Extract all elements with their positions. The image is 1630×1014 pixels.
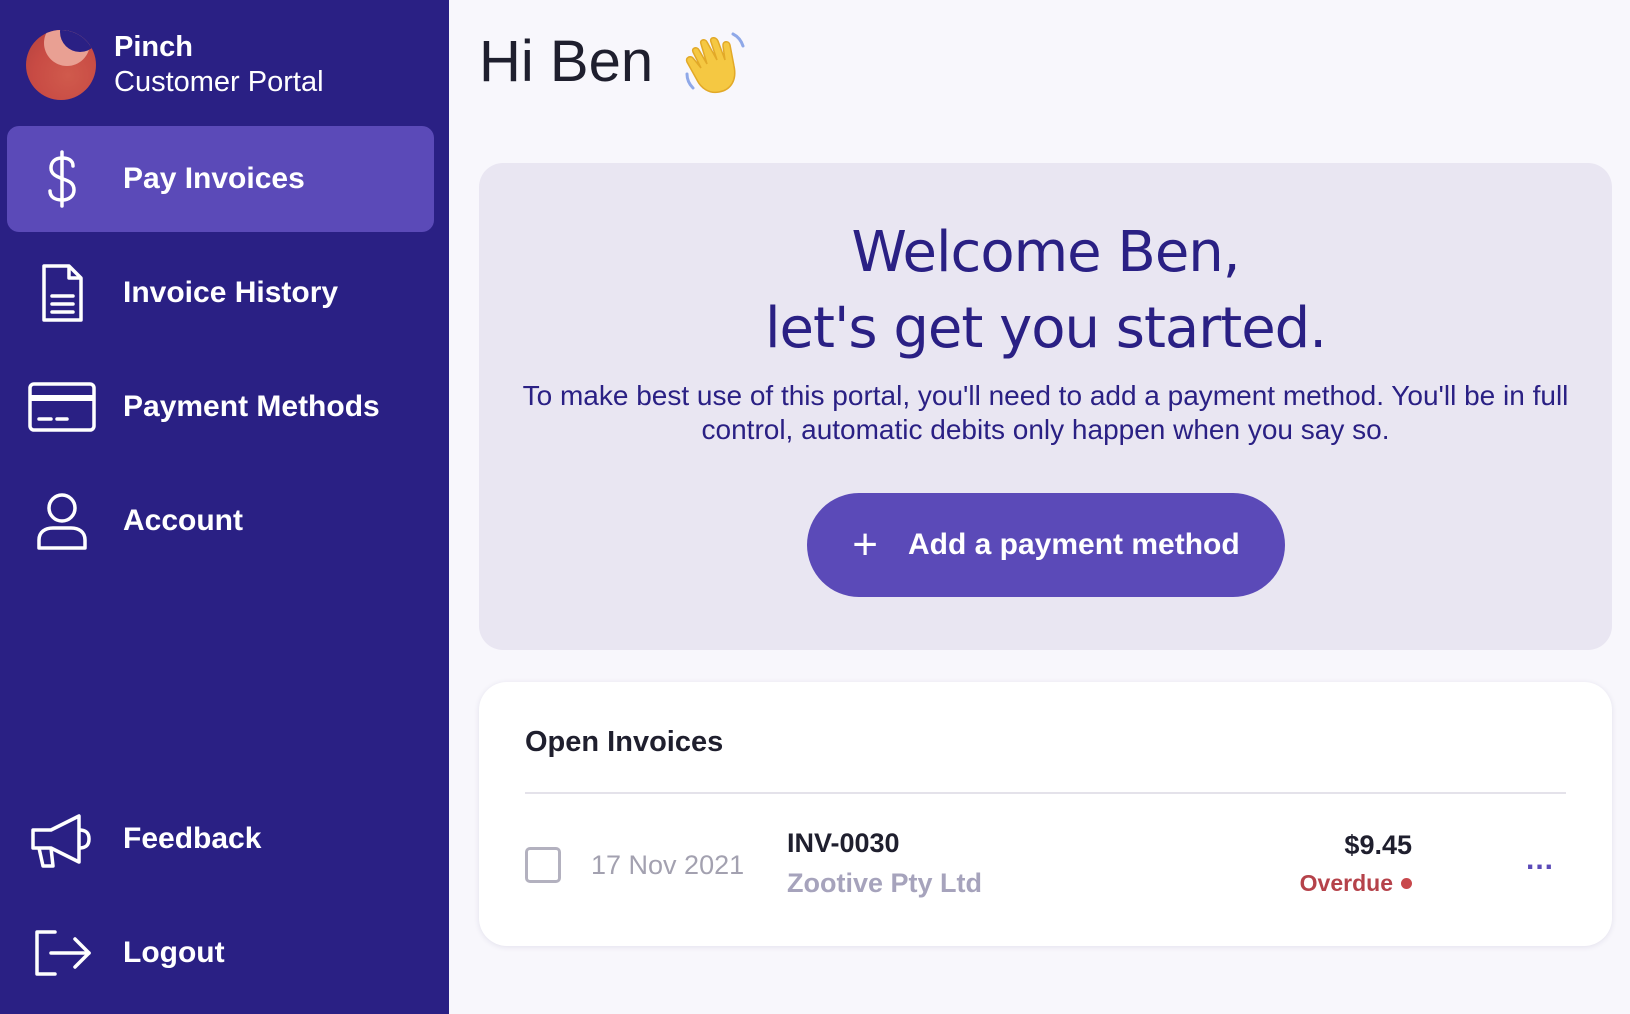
- invoice-company: Zootive Pty Ltd: [787, 868, 982, 898]
- page-title: Hi Ben: [479, 26, 749, 96]
- welcome-title-line2: let's get you started.: [764, 296, 1327, 361]
- credit-card-icon: [27, 372, 97, 442]
- sidebar-item-label: Feedback: [123, 822, 262, 855]
- brand-text: Pinch Customer Portal: [114, 30, 324, 100]
- sidebar-item-label: Invoice History: [123, 276, 339, 309]
- dollar-icon: [27, 144, 97, 214]
- document-icon: [27, 258, 97, 328]
- invoice-number: INV-0030: [787, 828, 900, 858]
- status-dot-icon: [1401, 878, 1412, 889]
- sidebar: Pinch Customer Portal Pay Invoices Invoi…: [0, 0, 449, 1014]
- brand-subtitle: Customer Portal: [114, 66, 324, 98]
- open-invoices-card: Open Invoices 17 Nov 2021 INV-0030 Zooti…: [479, 682, 1612, 946]
- table-row[interactable]: 17 Nov 2021 INV-0030 Zootive Pty Ltd $9.…: [479, 812, 1612, 912]
- status-badge: Overdue: [1300, 870, 1412, 897]
- pinch-logo: [26, 30, 96, 100]
- sidebar-item-invoice-history[interactable]: Invoice History: [7, 240, 434, 346]
- invoice-checkbox[interactable]: [525, 847, 561, 883]
- divider: [525, 792, 1566, 794]
- sidebar-item-account[interactable]: Account: [7, 468, 434, 574]
- invoice-date: 17 Nov 2021: [591, 850, 745, 880]
- sidebar-item-label: Logout: [123, 936, 225, 969]
- invoice-amount: $9.45: [1344, 830, 1412, 860]
- add-payment-method-label: Add a payment method: [908, 528, 1240, 561]
- logout-icon: [27, 918, 97, 988]
- welcome-body: To make best use of this portal, you'll …: [522, 380, 1569, 445]
- open-invoices-title: Open Invoices: [525, 726, 724, 758]
- brand-name: Pinch: [114, 31, 193, 64]
- user-icon: [27, 486, 97, 556]
- plus-icon: +: [852, 520, 878, 569]
- sidebar-item-feedback[interactable]: Feedback: [7, 786, 434, 892]
- sidebar-item-label: Pay Invoices: [123, 162, 305, 195]
- brand[interactable]: Pinch Customer Portal: [26, 30, 324, 100]
- welcome-title-line1: Welcome Ben,: [851, 220, 1240, 285]
- more-options-button[interactable]: ...: [1520, 840, 1560, 880]
- sidebar-item-pay-invoices[interactable]: Pay Invoices: [7, 126, 434, 232]
- sidebar-item-logout[interactable]: Logout: [7, 900, 434, 1006]
- megaphone-icon: [27, 804, 97, 874]
- welcome-card: Welcome Ben, let's get you started. To m…: [479, 163, 1612, 650]
- sidebar-item-payment-methods[interactable]: Payment Methods: [7, 354, 434, 460]
- sidebar-item-label: Account: [123, 504, 243, 537]
- sidebar-item-label: Payment Methods: [123, 390, 380, 423]
- status-text: Overdue: [1299, 870, 1393, 896]
- add-payment-method-button[interactable]: + Add a payment method: [807, 493, 1285, 597]
- welcome-title: Welcome Ben, let's get you started.: [479, 215, 1612, 367]
- greeting-text: Hi Ben: [479, 28, 654, 94]
- waving-hand-icon: [679, 26, 749, 96]
